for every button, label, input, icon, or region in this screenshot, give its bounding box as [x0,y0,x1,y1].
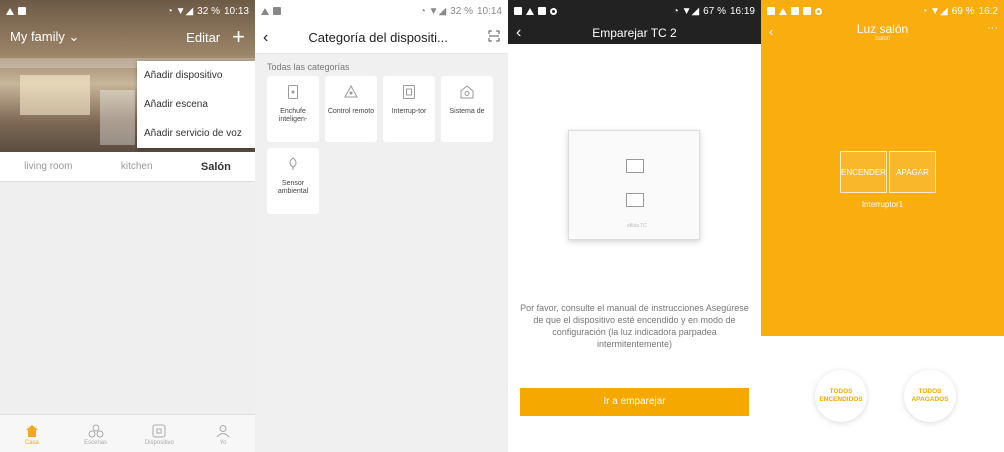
edit-button[interactable]: Editar [186,30,220,45]
square-icon [803,7,811,15]
house-icon [460,84,474,100]
room-tabs: living room kitchen Salón [0,152,255,182]
home-screen: ◔ ▼◢ 32 % 10:13 My family ⌄ Editar + Añadi… [0,0,255,452]
switch-device-image: efibia TC [568,130,700,240]
home-header: My family ⌄ Editar + [0,22,255,52]
tab-kitchen[interactable]: kitchen [121,161,153,172]
nav-scenes[interactable]: Escenas [71,422,121,446]
record-icon [815,7,822,15]
more-icon[interactable]: ··· [987,22,998,34]
square-icon [273,7,281,15]
page-title: Emparejar TC 2 [592,26,677,40]
battery-level: 67 % [703,5,726,17]
image-icon [767,7,775,15]
pair-header: ‹ Emparejar TC 2 [508,22,761,44]
notification-icon [779,7,787,15]
clock: 16:19 [729,5,755,17]
all-on-button[interactable]: TODOS ENCENDIDOS [815,370,867,422]
bottom-nav: Casa Escenas Dispositivo Yo [0,414,255,452]
status-bar: ◔ ▼◢ 32 % 10:13 [0,0,255,22]
record-icon [550,7,557,15]
battery-level: 32 % [197,5,220,17]
battery-level: 69 % [951,5,975,17]
square-icon [538,7,546,15]
user-icon [216,422,230,440]
device-brand: efibia TC [627,223,647,229]
status-bar: ◔ ▼◢ 32 % 10:14 [255,0,508,22]
room-subtitle: Salón [874,36,891,42]
remote-icon [344,84,358,100]
category-header: ‹ Categoría del dispositi... [255,22,508,54]
switch-controls: ENCENDER APAGAR [840,151,936,193]
category-switch[interactable]: Interrup-tor [383,76,435,142]
image-icon [514,7,522,15]
nav-home[interactable]: Casa [7,422,57,446]
family-selector[interactable]: My family ⌄ [10,29,79,45]
page-title: Categoría del dispositi... [308,30,448,45]
signal-icon: ◔ ▼◢ [672,5,700,17]
device-icon [152,422,166,440]
notification-icon [261,7,269,15]
tab-salon[interactable]: Salón [201,161,231,173]
battery-level: 32 % [450,5,473,17]
status-bar: ◔ ▼◢ 67 % 16:19 [508,0,761,22]
signal-icon: ◔ ▼◢ [921,5,948,17]
sensor-icon [286,156,300,172]
add-icon[interactable]: + [232,26,245,48]
menu-item-add-voice[interactable]: Añadir servicio de voz [137,119,255,148]
notification-icon [6,7,14,15]
square-icon [791,7,799,15]
pair-instructions: Por favor, consulte el manual de instruc… [520,303,749,350]
clock: 10:13 [223,5,249,17]
scenes-icon [88,422,104,440]
on-button[interactable]: ENCENDER [840,151,887,193]
switch-icon [402,84,416,100]
back-icon[interactable]: ‹ [516,24,521,42]
pair-screen: ◔ ▼◢ 67 % 16:19 ‹ Emparejar TC 2 efibia TC… [508,0,761,452]
category-grid: Enchufe inteligen- Control remoto Interr… [255,76,508,214]
signal-icon: ◔ ▼◢ [166,5,194,17]
plug-icon [286,84,300,100]
square-icon [18,7,26,15]
nav-me[interactable]: Yo [198,422,248,446]
menu-item-add-scene[interactable]: Añadir escena [137,90,255,119]
status-bar: ◔ ▼◢ 69 % 16:2 [761,0,1004,22]
device-button-top [626,159,644,173]
category-screen: ◔ ▼◢ 32 % 10:14 ‹ Categoría del dispositi.… [255,0,508,452]
category-system[interactable]: Sistema de [441,76,493,142]
clock: 10:14 [476,5,502,17]
section-label: Todas las categorías [267,62,350,72]
all-off-button[interactable]: TODOS APAGADOS [904,370,956,422]
menu-item-add-device[interactable]: Añadir dispositivo [137,61,255,90]
page-title: Luz salón [856,22,909,36]
nav-device[interactable]: Dispositivo [134,422,184,446]
category-smart-plug[interactable]: Enchufe inteligen- [267,76,319,142]
off-button[interactable]: APAGAR [889,151,936,193]
back-icon[interactable]: ‹ [263,29,268,47]
tab-living-room[interactable]: living room [24,161,72,172]
add-menu: Añadir dispositivo Añadir escena Añadir … [137,61,255,148]
chevron-down-icon: ⌄ [68,29,80,44]
signal-icon: ◔ ▼◢ [419,5,447,17]
light-header: ‹ Luz salón Salón ··· [761,22,1004,50]
device-button-bottom [626,193,644,207]
pair-button[interactable]: Ir a emparejar [520,388,749,416]
clock: 16:2 [978,5,998,17]
home-icon [25,422,39,440]
category-ambient-sensor[interactable]: Sensor ambiental [267,148,319,214]
switch-label: Interruptor1 [861,200,904,209]
notification-icon [526,7,534,15]
light-control-screen: ◔ ▼◢ 69 % 16:2 ‹ Luz salón Salón ··· ENCEN… [761,0,1004,452]
scan-icon[interactable] [488,30,500,45]
category-remote-control[interactable]: Control remoto [325,76,377,142]
